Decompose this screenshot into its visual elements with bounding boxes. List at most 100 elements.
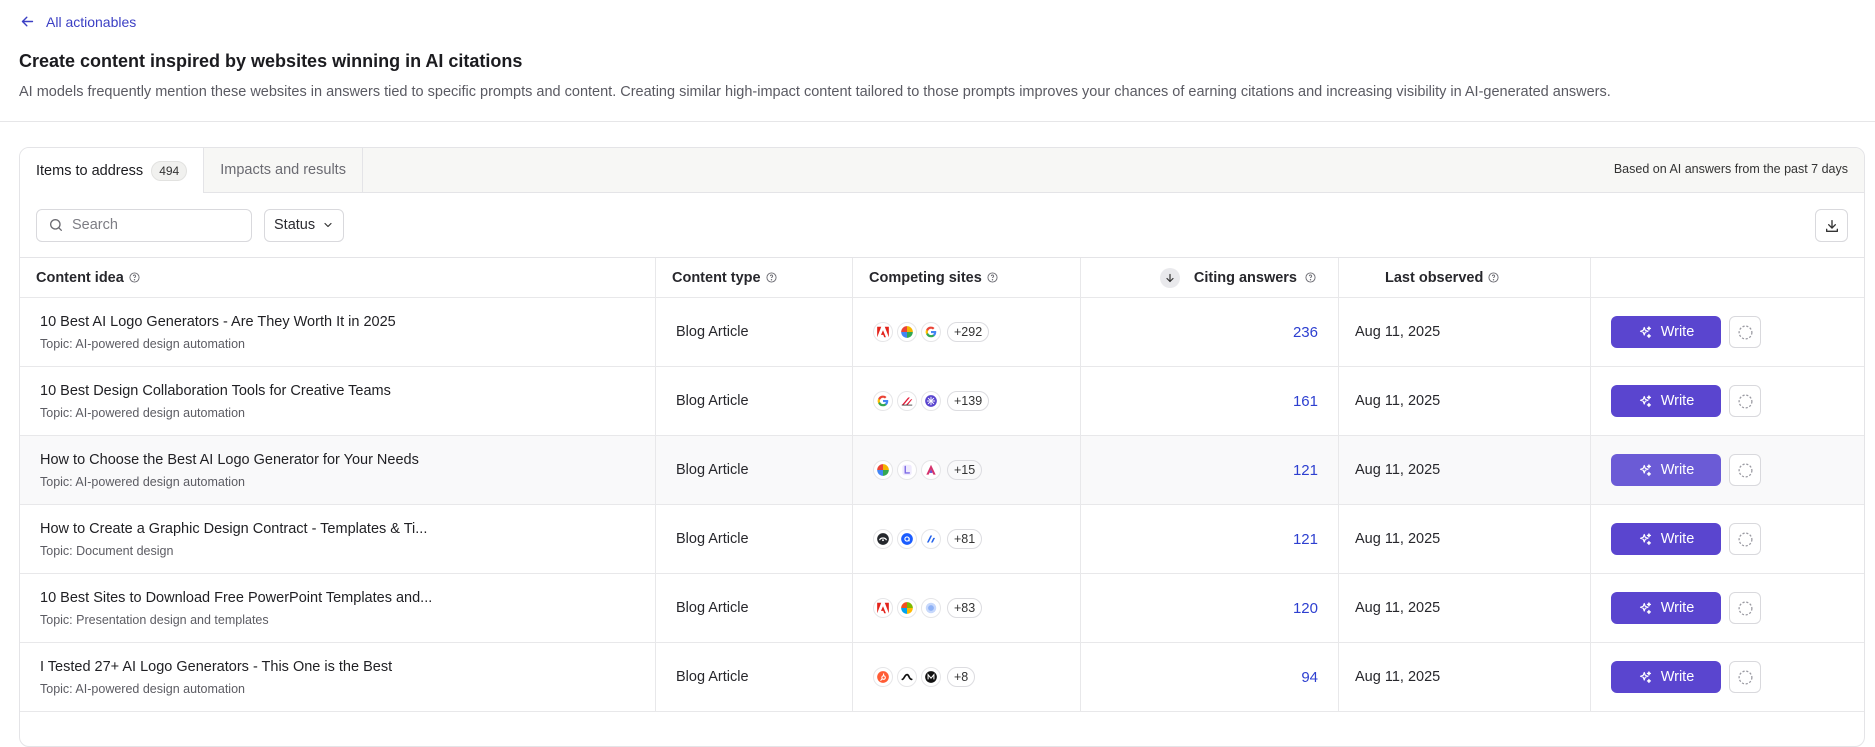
write-button[interactable]: Write	[1611, 316, 1721, 348]
medium-icon[interactable]	[921, 667, 941, 687]
citing-answers-value[interactable]: 120	[1081, 574, 1339, 642]
write-label: Write	[1660, 462, 1695, 478]
column-label: Content type	[672, 269, 761, 286]
back-link[interactable]: All actionables	[19, 13, 136, 30]
stripes-logo-icon[interactable]	[921, 529, 941, 549]
table-row[interactable]: 10 Best AI Logo Generators - Are They Wo…	[20, 298, 1864, 367]
help-icon[interactable]	[1305, 272, 1316, 283]
competing-sites-cell: +8	[853, 643, 1081, 711]
content-idea-title[interactable]: I Tested 27+ AI Logo Generators - This O…	[40, 659, 392, 675]
table-row[interactable]: 10 Best Sites to Download Free PowerPoin…	[20, 574, 1864, 643]
dismiss-button[interactable]	[1729, 316, 1761, 348]
more-sites-pill[interactable]: +292	[947, 322, 990, 342]
color-wheel-icon[interactable]	[897, 322, 917, 342]
table-row[interactable]: How to Create a Graphic Design Contract …	[20, 505, 1864, 574]
table-header: Content idea Content type Competing site…	[20, 258, 1864, 298]
help-icon[interactable]	[1488, 272, 1499, 283]
dismiss-button[interactable]	[1729, 661, 1761, 693]
tab-impacts-and-results[interactable]: Impacts and results	[204, 148, 363, 192]
content-idea-title[interactable]: 10 Best Sites to Download Free PowerPoin…	[40, 590, 432, 606]
content-idea-title[interactable]: How to Create a Graphic Design Contract …	[40, 521, 427, 537]
content-type-cell: Blog Article	[656, 574, 853, 642]
dismiss-button[interactable]	[1729, 523, 1761, 555]
more-sites-pill[interactable]: +8	[947, 667, 976, 687]
column-label: Last observed	[1385, 269, 1484, 286]
more-sites-pill[interactable]: +83	[947, 598, 983, 618]
content-idea-cell: I Tested 27+ AI Logo Generators - This O…	[20, 643, 656, 711]
table-row[interactable]: 10 Best Design Collaboration Tools for C…	[20, 367, 1864, 436]
search-input[interactable]: Search	[36, 208, 252, 242]
write-button[interactable]: Write	[1611, 523, 1721, 555]
more-sites-pill[interactable]: +81	[947, 529, 983, 549]
dashed-circle-icon	[1737, 531, 1753, 547]
content-type-cell: Blog Article	[656, 643, 853, 711]
content-idea-cell: How to Create a Graphic Design Contract …	[20, 505, 656, 573]
page-header: All actionables Create content inspired …	[0, 0, 1875, 122]
column-header-citing-answers[interactable]: Citing answers	[1081, 258, 1339, 297]
dismiss-button[interactable]	[1729, 454, 1761, 486]
tab-label: Impacts and results	[220, 162, 346, 178]
l-logo-icon[interactable]	[897, 460, 917, 480]
a-logo-icon[interactable]	[921, 460, 941, 480]
color-wheel-icon[interactable]	[873, 460, 893, 480]
sparkle-icon	[1639, 463, 1651, 476]
column-header-last-observed[interactable]: Last observed	[1339, 258, 1591, 297]
citing-answers-value[interactable]: 94	[1081, 643, 1339, 711]
hubspot-icon[interactable]	[873, 667, 893, 687]
content-idea-topic: Topic: AI-powered design automation	[40, 336, 245, 351]
adobe-icon[interactable]	[873, 322, 893, 342]
black-swirl-icon[interactable]	[897, 667, 917, 687]
slash-logo-icon[interactable]	[897, 391, 917, 411]
blue-circle-icon[interactable]	[921, 598, 941, 618]
column-header-content-idea[interactable]: Content idea	[20, 258, 656, 297]
blue-a-icon[interactable]	[897, 529, 917, 549]
content-idea-title[interactable]: How to Choose the Best AI Logo Generator…	[40, 452, 419, 468]
download-icon	[1825, 219, 1838, 232]
table-row[interactable]: How to Choose the Best AI Logo Generator…	[20, 436, 1864, 505]
data-range-note: Based on AI answers from the past 7 days	[1613, 162, 1848, 176]
write-button[interactable]: Write	[1611, 385, 1721, 417]
help-icon[interactable]	[766, 272, 777, 283]
citing-answers-value[interactable]: 121	[1081, 505, 1339, 573]
sparkle-icon	[1639, 670, 1651, 683]
adobe-icon[interactable]	[873, 598, 893, 618]
write-button[interactable]: Write	[1611, 454, 1721, 486]
actions-cell: Write	[1591, 574, 1864, 642]
content-idea-cell: 10 Best AI Logo Generators - Are They Wo…	[20, 298, 656, 366]
status-filter-dropdown[interactable]: Status	[264, 208, 345, 242]
google-icon[interactable]	[873, 391, 893, 411]
citing-answers-value[interactable]: 121	[1081, 436, 1339, 504]
sparkle-icon	[1639, 325, 1651, 338]
google-icon[interactable]	[921, 322, 941, 342]
actions-cell: Write	[1591, 505, 1864, 573]
last-observed-value: Aug 11, 2025	[1339, 298, 1591, 366]
column-header-competing-sites[interactable]: Competing sites	[853, 258, 1081, 297]
content-type-cell: Blog Article	[656, 367, 853, 435]
help-icon[interactable]	[129, 272, 140, 283]
table-row[interactable]: I Tested 27+ AI Logo Generators - This O…	[20, 643, 1864, 712]
starburst-icon[interactable]	[921, 391, 941, 411]
citing-answers-value[interactable]: 236	[1081, 298, 1339, 366]
download-button[interactable]	[1815, 209, 1848, 242]
write-button[interactable]: Write	[1611, 592, 1721, 624]
tab-items-to-address[interactable]: Items to address 494	[20, 148, 205, 193]
write-button[interactable]: Write	[1611, 661, 1721, 693]
content-idea-title[interactable]: 10 Best AI Logo Generators - Are They Wo…	[40, 314, 396, 330]
content-idea-topic: Topic: Document design	[40, 543, 174, 558]
microsoft-icon[interactable]	[897, 598, 917, 618]
more-sites-pill[interactable]: +139	[947, 391, 990, 411]
page-description: AI models frequently mention these websi…	[19, 84, 1611, 100]
more-sites-pill[interactable]: +15	[947, 460, 983, 480]
column-header-content-type[interactable]: Content type	[656, 258, 853, 297]
content-type-cell: Blog Article	[656, 436, 853, 504]
dark-logo-icon[interactable]	[873, 529, 893, 549]
dismiss-button[interactable]	[1729, 592, 1761, 624]
dismiss-button[interactable]	[1729, 385, 1761, 417]
help-icon[interactable]	[987, 272, 998, 283]
content-idea-topic: Topic: Presentation design and templates	[40, 612, 269, 627]
content-idea-topic: Topic: AI-powered design automation	[40, 405, 245, 420]
sort-descending-icon[interactable]	[1159, 267, 1180, 288]
content-idea-title[interactable]: 10 Best Design Collaboration Tools for C…	[40, 383, 391, 399]
citing-answers-value[interactable]: 161	[1081, 367, 1339, 435]
content-type-cell: Blog Article	[656, 298, 853, 366]
